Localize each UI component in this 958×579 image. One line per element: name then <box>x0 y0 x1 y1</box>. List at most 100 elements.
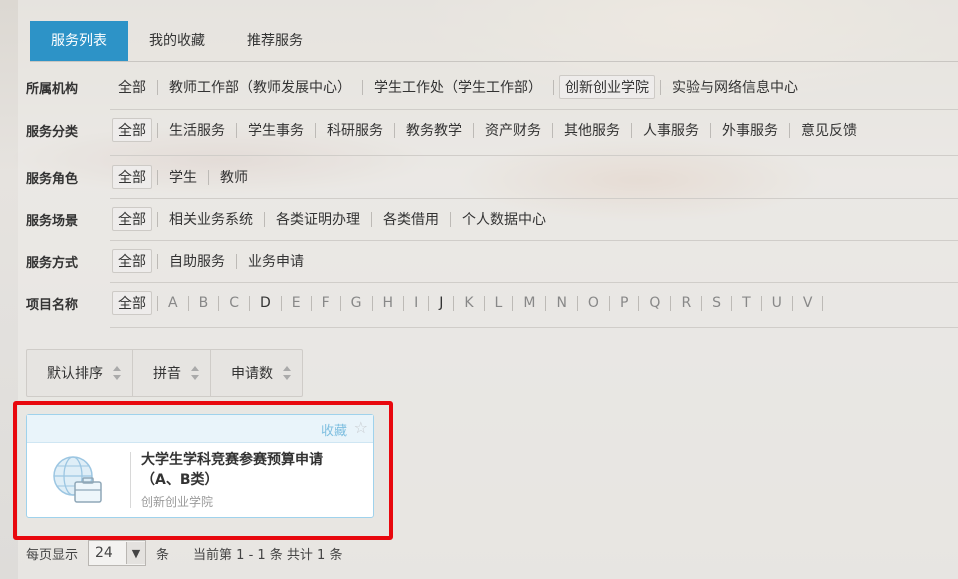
sort-pinyin-label: 拼音 <box>153 366 181 382</box>
sort-bar: 默认排序 拼音 申请数 <box>26 349 303 397</box>
divider <box>157 295 158 311</box>
filter-row-role: 服务角色 全部 学生 教师 <box>26 156 958 198</box>
filter-scene-personal-data[interactable]: 个人数据中心 <box>456 207 552 231</box>
divider <box>553 79 554 95</box>
filter-category-foreign[interactable]: 外事服务 <box>716 118 784 142</box>
filter-org-student-dept[interactable]: 学生工作处（学生工作部） <box>368 75 548 99</box>
divider <box>453 295 455 311</box>
filter-scene-borrowing[interactable]: 各类借用 <box>377 207 445 231</box>
divider <box>403 295 405 311</box>
filter-org-all[interactable]: 全部 <box>112 75 152 99</box>
filter-letter-g[interactable]: G <box>344 295 369 311</box>
divider <box>218 295 220 311</box>
filter-scene-certificates[interactable]: 各类证明办理 <box>270 207 366 231</box>
tab-service-list[interactable]: 服务列表 <box>30 21 128 61</box>
divider <box>760 295 762 311</box>
filter-letter-r[interactable]: R <box>674 295 698 311</box>
filter-method-all[interactable]: 全部 <box>112 249 152 273</box>
sort-count-button[interactable]: 申请数 <box>211 350 302 396</box>
filter-label-org: 所属机构 <box>26 81 79 97</box>
divider <box>608 295 610 311</box>
filter-letter-f[interactable]: F <box>315 295 337 311</box>
divider <box>473 122 474 138</box>
filter-row-method: 服务方式 全部 自助服务 业务申请 <box>26 240 958 282</box>
filter-category-feedback[interactable]: 意见反馈 <box>795 118 863 142</box>
filter-name-all[interactable]: 全部 <box>112 291 152 315</box>
page-status: 当前第 1 - 1 条 共计 1 条 <box>193 547 343 563</box>
filter-role-all[interactable]: 全部 <box>112 165 152 189</box>
filter-org-network-center[interactable]: 实验与网络信息中心 <box>666 75 804 99</box>
filter-letter-j[interactable]: J <box>432 295 450 311</box>
tab-my-favorites[interactable]: 我的收藏 <box>128 21 226 61</box>
sort-arrows-icon <box>113 366 121 380</box>
filter-letter-n[interactable]: N <box>549 295 573 311</box>
divider <box>157 253 158 269</box>
divider <box>822 295 824 311</box>
per-page-value: 24 <box>95 545 113 561</box>
sort-pinyin-button[interactable]: 拼音 <box>133 350 211 396</box>
chevron-down-icon[interactable]: ▼ <box>126 542 146 564</box>
divider <box>157 169 158 185</box>
filter-letter-i[interactable]: I <box>407 295 425 311</box>
filter-letter-a[interactable]: A <box>161 295 185 311</box>
filter-letter-u[interactable]: U <box>765 295 789 311</box>
pagination: 每页显示 24 ▼ 条 当前第 1 - 1 条 共计 1 条 <box>26 540 342 566</box>
tab-recommended[interactable]: 推荐服务 <box>226 21 324 61</box>
filter-letter-e[interactable]: E <box>285 295 308 311</box>
per-page-unit: 条 <box>156 547 170 563</box>
filter-org-teacher-dept[interactable]: 教师工作部（教师发展中心） <box>163 75 357 99</box>
filter-row-name: 项目名称 全部 A B C D E F G H I J K L M N O P … <box>26 282 958 324</box>
filter-letter-l[interactable]: L <box>488 295 510 311</box>
divider <box>315 122 316 138</box>
divider <box>576 295 578 311</box>
highlight-box <box>13 401 393 540</box>
divider <box>362 79 363 95</box>
filter-category-teaching[interactable]: 教务教学 <box>400 118 468 142</box>
filter-category-other[interactable]: 其他服务 <box>558 118 626 142</box>
filter-row-category: 服务分类 全部 生活服务 学生事务 科研服务 教务教学 资产财务 其他服务 人事… <box>26 109 958 151</box>
filter-category-research[interactable]: 科研服务 <box>321 118 389 142</box>
filter-role-student[interactable]: 学生 <box>163 165 203 189</box>
filter-role-teacher[interactable]: 教师 <box>214 165 254 189</box>
sort-default-label: 默认排序 <box>47 366 103 382</box>
filter-letter-q[interactable]: Q <box>642 295 667 311</box>
filter-row-scene: 服务场景 全部 相关业务系统 各类证明办理 各类借用 个人数据中心 <box>26 198 958 240</box>
divider <box>552 122 553 138</box>
divider <box>157 122 158 138</box>
filter-category-personnel[interactable]: 人事服务 <box>637 118 705 142</box>
filter-label-scene: 服务场景 <box>26 213 79 229</box>
filter-letter-t[interactable]: T <box>735 295 758 311</box>
filter-category-life[interactable]: 生活服务 <box>163 118 231 142</box>
filter-letter-m[interactable]: M <box>516 295 542 311</box>
filter-category-all[interactable]: 全部 <box>112 118 152 142</box>
divider <box>248 295 250 311</box>
filter-method-application[interactable]: 业务申请 <box>242 249 310 273</box>
filter-method-self-service[interactable]: 自助服务 <box>163 249 231 273</box>
filter-letter-v[interactable]: V <box>796 295 820 311</box>
divider <box>710 122 711 138</box>
filter-category-finance[interactable]: 资产财务 <box>479 118 547 142</box>
filter-letter-o[interactable]: O <box>581 295 606 311</box>
filter-letter-b[interactable]: B <box>192 295 216 311</box>
filter-scene-systems[interactable]: 相关业务系统 <box>163 207 259 231</box>
filter-letter-p[interactable]: P <box>613 295 635 311</box>
divider <box>187 295 189 311</box>
filter-letter-c[interactable]: C <box>222 295 246 311</box>
divider <box>701 295 703 311</box>
divider <box>638 295 640 311</box>
per-page-select[interactable]: 24 ▼ <box>88 540 147 566</box>
sort-default-button[interactable]: 默认排序 <box>27 350 133 396</box>
filter-letter-d[interactable]: D <box>253 295 278 311</box>
divider <box>660 79 661 95</box>
filter-scene-all[interactable]: 全部 <box>112 207 152 231</box>
divider <box>789 122 790 138</box>
divider <box>264 211 265 227</box>
filter-letter-h[interactable]: H <box>376 295 401 311</box>
divider <box>631 122 632 138</box>
filter-letter-s[interactable]: S <box>705 295 728 311</box>
filter-org-innovation-college[interactable]: 创新创业学院 <box>559 75 655 99</box>
filter-category-student-affairs[interactable]: 学生事务 <box>242 118 310 142</box>
filter-row-org: 所属机构 全部 教师工作部（教师发展中心） 学生工作处（学生工作部） 创新创业学… <box>26 66 958 108</box>
filter-letter-k[interactable]: K <box>457 295 480 311</box>
divider <box>483 295 485 311</box>
